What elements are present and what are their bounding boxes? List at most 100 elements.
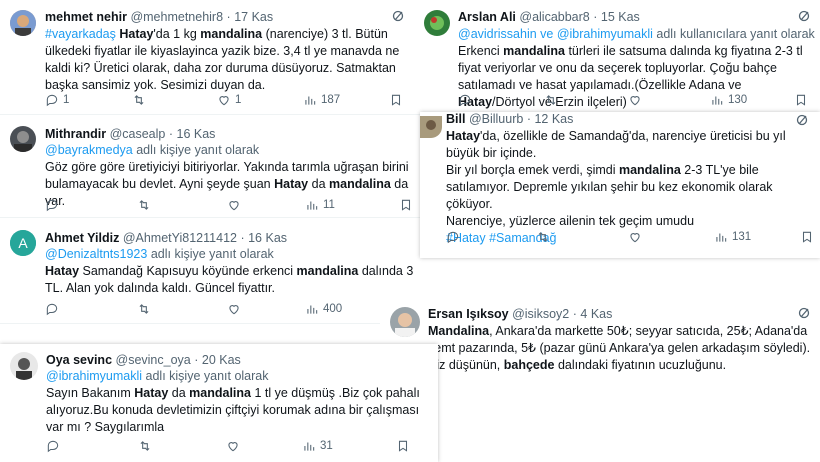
views-button[interactable]: 11 <box>305 198 335 212</box>
grok-icon[interactable] <box>798 10 810 22</box>
like-icon <box>630 96 640 106</box>
retweet-icon <box>140 441 150 451</box>
author-handle[interactable]: @Billuurb <box>469 112 523 126</box>
timestamp[interactable]: 16 Kas <box>177 127 216 141</box>
avatar[interactable] <box>420 116 442 138</box>
author-handle[interactable]: @mehmetnehir8 <box>130 10 223 24</box>
bookmark-button[interactable] <box>800 230 814 244</box>
views-button[interactable]: 131 <box>714 230 751 244</box>
tweet-header: Bill @Billuurb · 12 Kas <box>446 112 574 126</box>
reply-mention[interactable]: @Denizaltnts1923 <box>45 247 147 261</box>
reply-button[interactable] <box>46 439 60 453</box>
replying-to: @bayrakmedya adlı kişiye yanıt olarak <box>45 143 260 157</box>
bookmark-icon <box>391 94 401 106</box>
timestamp[interactable]: 16 Kas <box>248 231 287 245</box>
reply-button[interactable] <box>458 93 472 107</box>
avatar[interactable]: A <box>10 230 36 256</box>
views-button[interactable]: 400 <box>305 302 342 316</box>
like-icon <box>228 442 238 452</box>
reply-mention[interactable]: @bayrakmedya <box>45 143 133 157</box>
avatar[interactable] <box>10 126 36 152</box>
retweet-icon <box>139 304 149 314</box>
action-bar: 130 <box>458 93 814 109</box>
author-handle[interactable]: @isiksoy2 <box>512 307 569 321</box>
reply-icon <box>46 94 58 107</box>
like-button[interactable] <box>226 439 240 453</box>
timestamp[interactable]: 15 Kas <box>601 10 640 24</box>
grok-icon[interactable] <box>796 114 808 126</box>
avatar[interactable] <box>10 10 36 36</box>
bookmark-button[interactable] <box>389 93 403 107</box>
views-icon <box>307 201 318 210</box>
author-name[interactable]: Ersan Işıksoy <box>428 307 509 321</box>
like-button[interactable] <box>227 198 241 212</box>
grok-icon[interactable] <box>798 307 810 319</box>
timestamp[interactable]: 20 Kas <box>202 353 241 367</box>
author-handle[interactable]: @alicabbar8 <box>519 10 589 24</box>
tweet-text: #vayarkadaş Hatay'da 1 kg mandalina (nar… <box>45 27 400 92</box>
retweet-button[interactable] <box>138 439 152 453</box>
timestamp[interactable]: 12 Kas <box>534 112 573 126</box>
retweet-icon <box>134 95 144 105</box>
author-name[interactable]: Mithrandir <box>45 127 106 141</box>
retweet-button[interactable] <box>544 93 558 107</box>
action-bar: 11 <box>45 198 415 214</box>
reply-button[interactable] <box>45 198 59 212</box>
grok-icon[interactable] <box>392 10 404 22</box>
views-icon <box>307 305 318 314</box>
avatar[interactable] <box>10 352 38 380</box>
bookmark-icon <box>796 94 806 106</box>
author-handle[interactable]: @sevinc_oya <box>116 353 191 367</box>
svg-text:A: A <box>18 235 28 251</box>
author-name[interactable]: Arslan Ali <box>458 10 516 24</box>
avatar[interactable] <box>424 10 450 36</box>
tweet-mehmet-nehir: mehmet nehir @mehmetnehir8 · 17 Kas #vay… <box>0 0 412 115</box>
like-button[interactable]: 1 <box>217 93 241 107</box>
tweet-header: Ahmet Yildiz @AhmetYi81211412 · 16 Kas <box>45 231 288 245</box>
tweet-ersan-isiksoy: Ersan Işıksoy @isiksoy2 · 4 Kas Mandalin… <box>380 297 820 375</box>
retweet-button[interactable] <box>536 230 550 244</box>
tweet-text: Hatay Samandağ Kapısuyu köyünde erkenci … <box>45 264 414 295</box>
bookmark-button[interactable] <box>396 439 410 453</box>
tweet-bill: Bill @Billuurb · 12 Kas Hatay'da, özelli… <box>420 112 820 258</box>
retweet-button[interactable] <box>137 302 151 316</box>
author-name[interactable]: Bill <box>446 112 465 126</box>
bookmark-button[interactable] <box>794 93 808 107</box>
reply-mention[interactable]: @ibrahimyumakli <box>46 369 142 383</box>
reply-button[interactable]: 1 <box>45 93 69 107</box>
author-name[interactable]: Oya sevinc <box>46 353 112 367</box>
avatar[interactable] <box>390 307 420 337</box>
retweet-button[interactable] <box>137 198 151 212</box>
tweet-header: Oya sevinc @sevinc_oya · 20 Kas <box>46 353 241 367</box>
like-button[interactable] <box>227 302 241 316</box>
like-button[interactable] <box>628 93 642 107</box>
like-count: 1 <box>235 94 242 106</box>
hashtag[interactable]: #vayarkadaş <box>45 27 116 41</box>
like-button[interactable] <box>628 230 642 244</box>
views-button[interactable]: 31 <box>302 439 333 453</box>
author-name[interactable]: mehmet nehir <box>45 10 127 24</box>
author-name[interactable]: Ahmet Yildiz <box>45 231 119 245</box>
reply-mentions[interactable]: @avidrissahin ve @ibrahimyumakli <box>458 27 653 41</box>
like-icon <box>229 305 239 315</box>
like-icon <box>219 96 229 106</box>
bookmark-button[interactable] <box>399 198 413 212</box>
author-handle[interactable]: @casealp <box>110 127 166 141</box>
timestamp[interactable]: 17 Kas <box>234 10 273 24</box>
views-icon <box>712 96 723 105</box>
author-handle[interactable]: @AhmetYi81211412 <box>123 231 237 245</box>
views-icon <box>716 233 727 242</box>
retweet-button[interactable] <box>132 93 146 107</box>
reply-button[interactable] <box>45 302 59 316</box>
action-bar: 1 1 187 <box>45 93 405 109</box>
reply-button[interactable] <box>446 230 460 244</box>
views-button[interactable]: 187 <box>303 93 340 107</box>
views-button[interactable]: 130 <box>710 93 747 107</box>
reply-icon <box>46 303 58 316</box>
retweet-icon <box>538 232 548 242</box>
like-icon <box>630 233 640 243</box>
tweet-arslan-ali: Arslan Ali @alicabbar8 · 15 Kas @avidris… <box>412 0 820 115</box>
timestamp[interactable]: 4 Kas <box>580 307 612 321</box>
bookmark-icon <box>802 231 812 243</box>
reply-icon <box>46 199 58 212</box>
